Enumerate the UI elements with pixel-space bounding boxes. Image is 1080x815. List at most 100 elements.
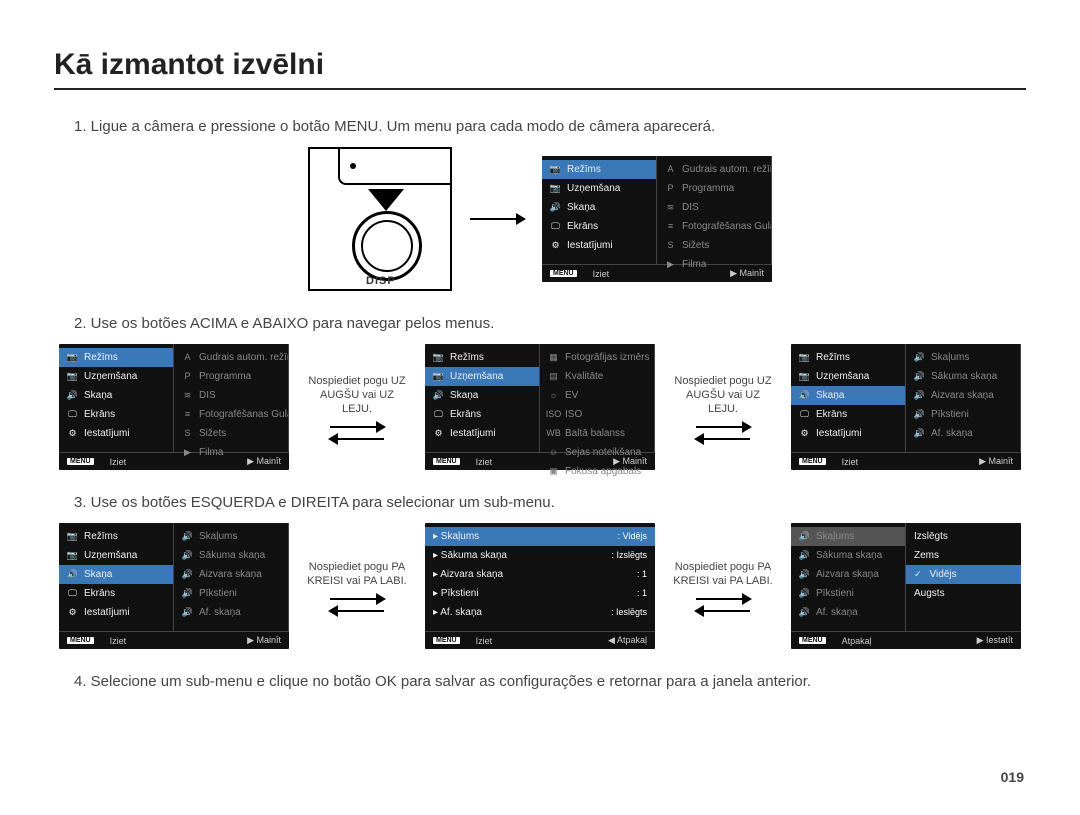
- menu-label: Pīkstieni: [199, 586, 237, 601]
- caption-updown-1: Nospiediet pogu UZ AUGŠU vai UZ LEJU.: [307, 374, 407, 417]
- menu-label: Skaņa: [84, 388, 112, 403]
- menu-item: 🔊Sākuma skaņa: [906, 367, 1020, 386]
- menu-icon: 🔊: [799, 569, 810, 580]
- menu-label: Gudrais autom. režīms: [199, 350, 288, 365]
- menu-label: Iestatījumi: [816, 426, 862, 441]
- menu-icon: 🖵: [799, 409, 810, 420]
- menu-icon: 🔊: [182, 588, 193, 599]
- menu-icon: ▶: [182, 447, 193, 458]
- menu-label: ▸ Aizvara skaņa: [433, 567, 503, 582]
- menu-item: WBBaltā balanss: [540, 424, 654, 443]
- arrow-right-icon: [330, 598, 384, 600]
- menu-item: 🖵Ekrāns: [425, 405, 539, 424]
- menu-item: 🔊Aizvara skaņa: [174, 565, 288, 584]
- menu-label: Filma: [199, 445, 223, 460]
- menu-label: Aizvara skaņa: [931, 388, 994, 403]
- footer-right-label: ▶ Mainīt: [730, 268, 764, 279]
- footer-right-label: ◀ Atpakaļ: [608, 635, 647, 646]
- lcd-footer: MENUAtpakaļ▶ Iestatīt: [791, 631, 1021, 649]
- menu-item: ⚙Iestatījumi: [542, 236, 656, 255]
- menu-item: Izslēgts: [906, 527, 1021, 546]
- menu-label: Skaļums: [199, 529, 237, 544]
- menu-label: Iestatījumi: [450, 426, 496, 441]
- arrow-right-icon: [696, 426, 750, 428]
- menu-item: 🔊 Pīkstieni: [791, 584, 905, 603]
- menu-icon: 🔊: [799, 531, 810, 542]
- footer-left-label: Atpakaļ: [842, 636, 872, 646]
- menu-icon: S: [182, 428, 193, 439]
- menu-label: Fotogrāfijas izmērs: [565, 350, 649, 365]
- menu-key-icon: MENU: [799, 458, 826, 465]
- menu-item: 🔊Skaļums: [906, 348, 1020, 367]
- menu-label: Režīms: [450, 350, 484, 365]
- footer-left-label: Iziet: [476, 457, 493, 467]
- menu-icon: 🔊: [67, 569, 78, 580]
- menu-item: 🔊Skaņa: [59, 386, 173, 405]
- menu-label: Af. skaņa: [199, 605, 241, 620]
- menu-key-icon: MENU: [433, 458, 460, 465]
- menu-icon: WB: [548, 428, 559, 439]
- menu-label: Uzņemšana: [450, 369, 503, 384]
- menu-icon: 🔊: [550, 202, 561, 213]
- menu-item: 📷 Uzņemšana: [425, 367, 539, 386]
- step-4: 4. Selecione um sub-menu e clique no bot…: [74, 673, 1026, 690]
- menu-item: 🖵Ekrāns: [59, 405, 173, 424]
- menu-item: 📷Režīms: [425, 348, 539, 367]
- menu-item: ⚙Iestatījumi: [59, 424, 173, 443]
- lcd-step3-c: 🔊Skaļums🔊Sākuma skaņa🔊Aizvara skaņa🔊Pīks…: [791, 523, 1021, 649]
- lcd-footer: MENUIziet▶ Mainīt: [59, 631, 289, 649]
- menu-item: 🔊 Skaļums: [174, 527, 288, 546]
- menu-label: Skaņa: [84, 567, 112, 582]
- menu-item: 📷Uzņemšana: [791, 367, 905, 386]
- menu-item: 🔊Skaņa: [791, 386, 905, 405]
- menu-icon: 🔊: [182, 607, 193, 618]
- step-3: 3. Use os botões ESQUERDA e DIREITA para…: [74, 494, 1026, 511]
- menu-icon: 🔊: [799, 588, 810, 599]
- menu-label: Režīms: [816, 350, 850, 365]
- menu-value: : Ieslēgts: [611, 605, 647, 620]
- menu-item: 🔊 Pīkstieni: [174, 584, 288, 603]
- menu-icon: ⚙: [67, 428, 78, 439]
- menu-label: Ekrāns: [567, 219, 598, 234]
- menu-item: 📷Režīms: [59, 348, 173, 367]
- menu-key-icon: MENU: [67, 458, 94, 465]
- menu-icon: 🔊: [914, 409, 925, 420]
- footer-left-label: Iziet: [842, 457, 859, 467]
- menu-icon: 🔊: [182, 531, 193, 542]
- menu-icon: 🖵: [67, 409, 78, 420]
- menu-item: PProgramma: [657, 179, 771, 198]
- menu-icon: ⚙: [550, 240, 561, 251]
- menu-label: Af. skaņa: [931, 426, 973, 441]
- menu-label: Pīkstieni: [816, 586, 854, 601]
- menu-icon: 📷: [433, 371, 444, 382]
- menu-label: Uzņemšana: [567, 181, 620, 196]
- menu-icon: ISO: [548, 409, 559, 420]
- menu-item: 📷Uzņemšana: [542, 179, 656, 198]
- menu-item: 🖵Ekrāns: [59, 584, 173, 603]
- menu-item: 🔊Skaņa: [542, 198, 656, 217]
- menu-key-icon: MENU: [67, 637, 94, 644]
- page-title: Kā izmantot izvēlni: [54, 48, 1026, 90]
- lcd-footer: MENUIziet▶ Mainīt: [791, 452, 1021, 470]
- menu-item: AGudrais autom. režīms: [657, 160, 771, 179]
- menu-item: ≋DIS: [657, 198, 771, 217]
- menu-label: Uzņemšana: [84, 548, 137, 563]
- step-2: 2. Use os botões ACIMA e ABAIXO para nav…: [74, 315, 1026, 332]
- menu-label: Ekrāns: [84, 586, 115, 601]
- menu-label: Fotografēšanas Gulām: [199, 407, 288, 422]
- footer-right-label: ▶ Mainīt: [247, 635, 281, 646]
- footer-left-label: Iziet: [593, 269, 610, 279]
- menu-icon: 🔊: [182, 550, 193, 561]
- disp-label: DISP: [366, 275, 396, 287]
- menu-label: Sākuma skaņa: [199, 548, 265, 563]
- menu-item: 📷Režīms: [542, 160, 656, 179]
- menu-item: 🔊Skaņa: [425, 386, 539, 405]
- menu-item: 🔊 Sākuma skaņa: [174, 546, 288, 565]
- menu-label: Skaļums: [816, 529, 854, 544]
- menu-item: 📷 Uzņemšana: [59, 546, 173, 565]
- footer-right-label: ▶ Mainīt: [247, 456, 281, 467]
- menu-label: Kvalitāte: [565, 369, 603, 384]
- menu-icon: 📷: [67, 550, 78, 561]
- menu-item: 🔊Aizvara skaņa: [906, 386, 1020, 405]
- menu-label: Režīms: [84, 350, 118, 365]
